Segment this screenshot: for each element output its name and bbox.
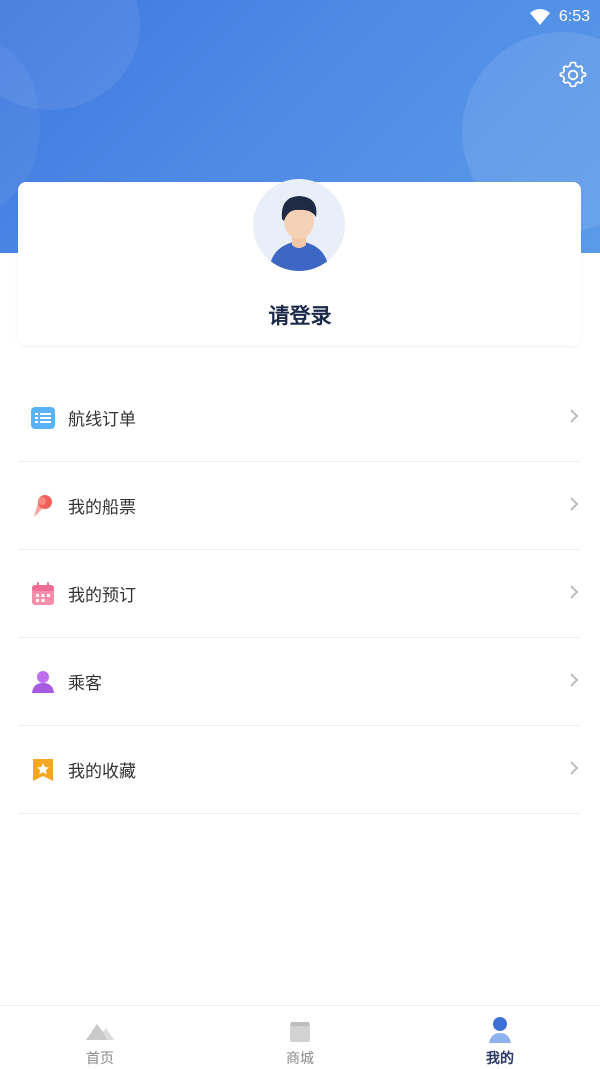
ticket-icon (30, 493, 56, 519)
chevron-right-icon (570, 673, 579, 687)
menu-item-label: 我的预订 (68, 586, 136, 606)
gear-icon[interactable] (559, 61, 587, 89)
menu-item-favorites[interactable]: 我的收藏 (18, 726, 581, 814)
menu-item-label: 乘客 (68, 674, 102, 694)
tab-label: 我的 (486, 1051, 514, 1067)
tab-label: 商城 (286, 1051, 314, 1067)
tab-home[interactable]: 首页 (0, 1006, 200, 1069)
chevron-right-icon (570, 497, 579, 511)
chevron-right-icon (570, 585, 579, 599)
user-avatar-icon (253, 179, 345, 271)
shop-icon (290, 1022, 310, 1042)
avatar[interactable] (253, 179, 345, 271)
list-icon (30, 405, 56, 431)
menu-item-my-tickets[interactable]: 我的船票 (18, 462, 581, 550)
menu-item-label: 我的收藏 (68, 762, 136, 782)
star-icon (30, 757, 56, 783)
chevron-right-icon (570, 409, 579, 423)
login-prompt[interactable]: 请登录 (0, 300, 600, 330)
home-icon (86, 1024, 114, 1040)
menu-list: 航线订单 我的船票 我的预订 乘客 我的收藏 (18, 374, 581, 814)
menu-item-label: 我的船票 (68, 498, 136, 518)
calendar-icon (30, 581, 56, 607)
chevron-right-icon (570, 761, 579, 775)
menu-item-route-orders[interactable]: 航线订单 (18, 374, 581, 462)
person-icon (30, 669, 56, 695)
bottom-tab-bar: 首页 商城 我的 (0, 1005, 600, 1069)
menu-item-label: 航线订单 (68, 410, 136, 430)
tab-shop[interactable]: 商城 (200, 1006, 400, 1069)
menu-item-passengers[interactable]: 乘客 (18, 638, 581, 726)
profile-icon (489, 1017, 511, 1043)
status-time: 6:53 (558, 8, 590, 25)
menu-item-my-reservations[interactable]: 我的预订 (18, 550, 581, 638)
wifi-icon (529, 9, 550, 25)
tab-mine[interactable]: 我的 (400, 1006, 600, 1069)
status-bar: 6:53 (0, 0, 600, 34)
tab-label: 首页 (86, 1051, 114, 1067)
